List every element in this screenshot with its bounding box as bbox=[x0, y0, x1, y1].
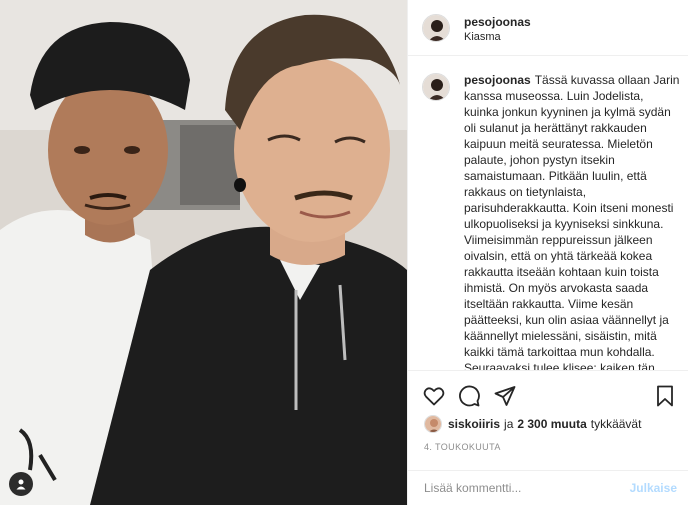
share-button[interactable] bbox=[493, 384, 517, 408]
like-button[interactable] bbox=[422, 384, 446, 408]
likes-summary: siskoiiris ja 2 300 muuta tykkäävät bbox=[424, 415, 641, 433]
avatar-image bbox=[425, 416, 441, 432]
post-actions: siskoiiris ja 2 300 muuta tykkäävät 4. T… bbox=[408, 370, 688, 470]
comment-input[interactable] bbox=[424, 478, 614, 498]
caption-text: Tässä kuvassa ollaan Jarin kanssa museos… bbox=[464, 73, 680, 370]
save-button[interactable] bbox=[653, 384, 677, 408]
comment-bubble-icon bbox=[459, 385, 480, 407]
likes-suffix: tykkäävät bbox=[590, 417, 642, 431]
photo-illustration bbox=[0, 0, 407, 505]
caption-username[interactable]: pesojoonas bbox=[464, 73, 531, 87]
heart-icon bbox=[423, 387, 445, 406]
post-header: pesojoonas Kiasma bbox=[408, 0, 688, 56]
post-side-panel: pesojoonas Kiasma pesojoonas Tässä kuvass… bbox=[407, 0, 688, 505]
bookmark-icon bbox=[657, 385, 673, 407]
liker-username[interactable]: siskoiiris bbox=[448, 417, 500, 431]
author-avatar[interactable] bbox=[422, 14, 450, 42]
avatar-image bbox=[423, 74, 449, 100]
paper-plane-icon bbox=[494, 386, 516, 406]
comment-box: Julkaise bbox=[408, 470, 688, 505]
caption-avatar[interactable] bbox=[422, 73, 450, 101]
comment-button[interactable] bbox=[457, 384, 481, 408]
post-photo[interactable] bbox=[0, 0, 407, 505]
person-tag-icon bbox=[16, 479, 26, 490]
likes-connector: ja bbox=[504, 417, 514, 431]
caption-area: pesojoonas Tässä kuvassa ollaan Jarin kan… bbox=[408, 57, 688, 370]
avatar-image bbox=[423, 15, 449, 41]
post-location[interactable]: Kiasma bbox=[464, 31, 501, 43]
liker-avatar[interactable] bbox=[424, 415, 442, 433]
author-username[interactable]: pesojoonas bbox=[464, 15, 531, 29]
likes-count[interactable]: 2 300 muuta bbox=[517, 417, 586, 431]
post-comment-button[interactable]: Julkaise bbox=[630, 481, 677, 495]
post-date[interactable]: 4. TOUKOKUUTA bbox=[424, 442, 501, 452]
tagged-users-button[interactable] bbox=[9, 472, 33, 496]
post-caption: pesojoonas Tässä kuvassa ollaan Jarin kan… bbox=[464, 72, 680, 370]
